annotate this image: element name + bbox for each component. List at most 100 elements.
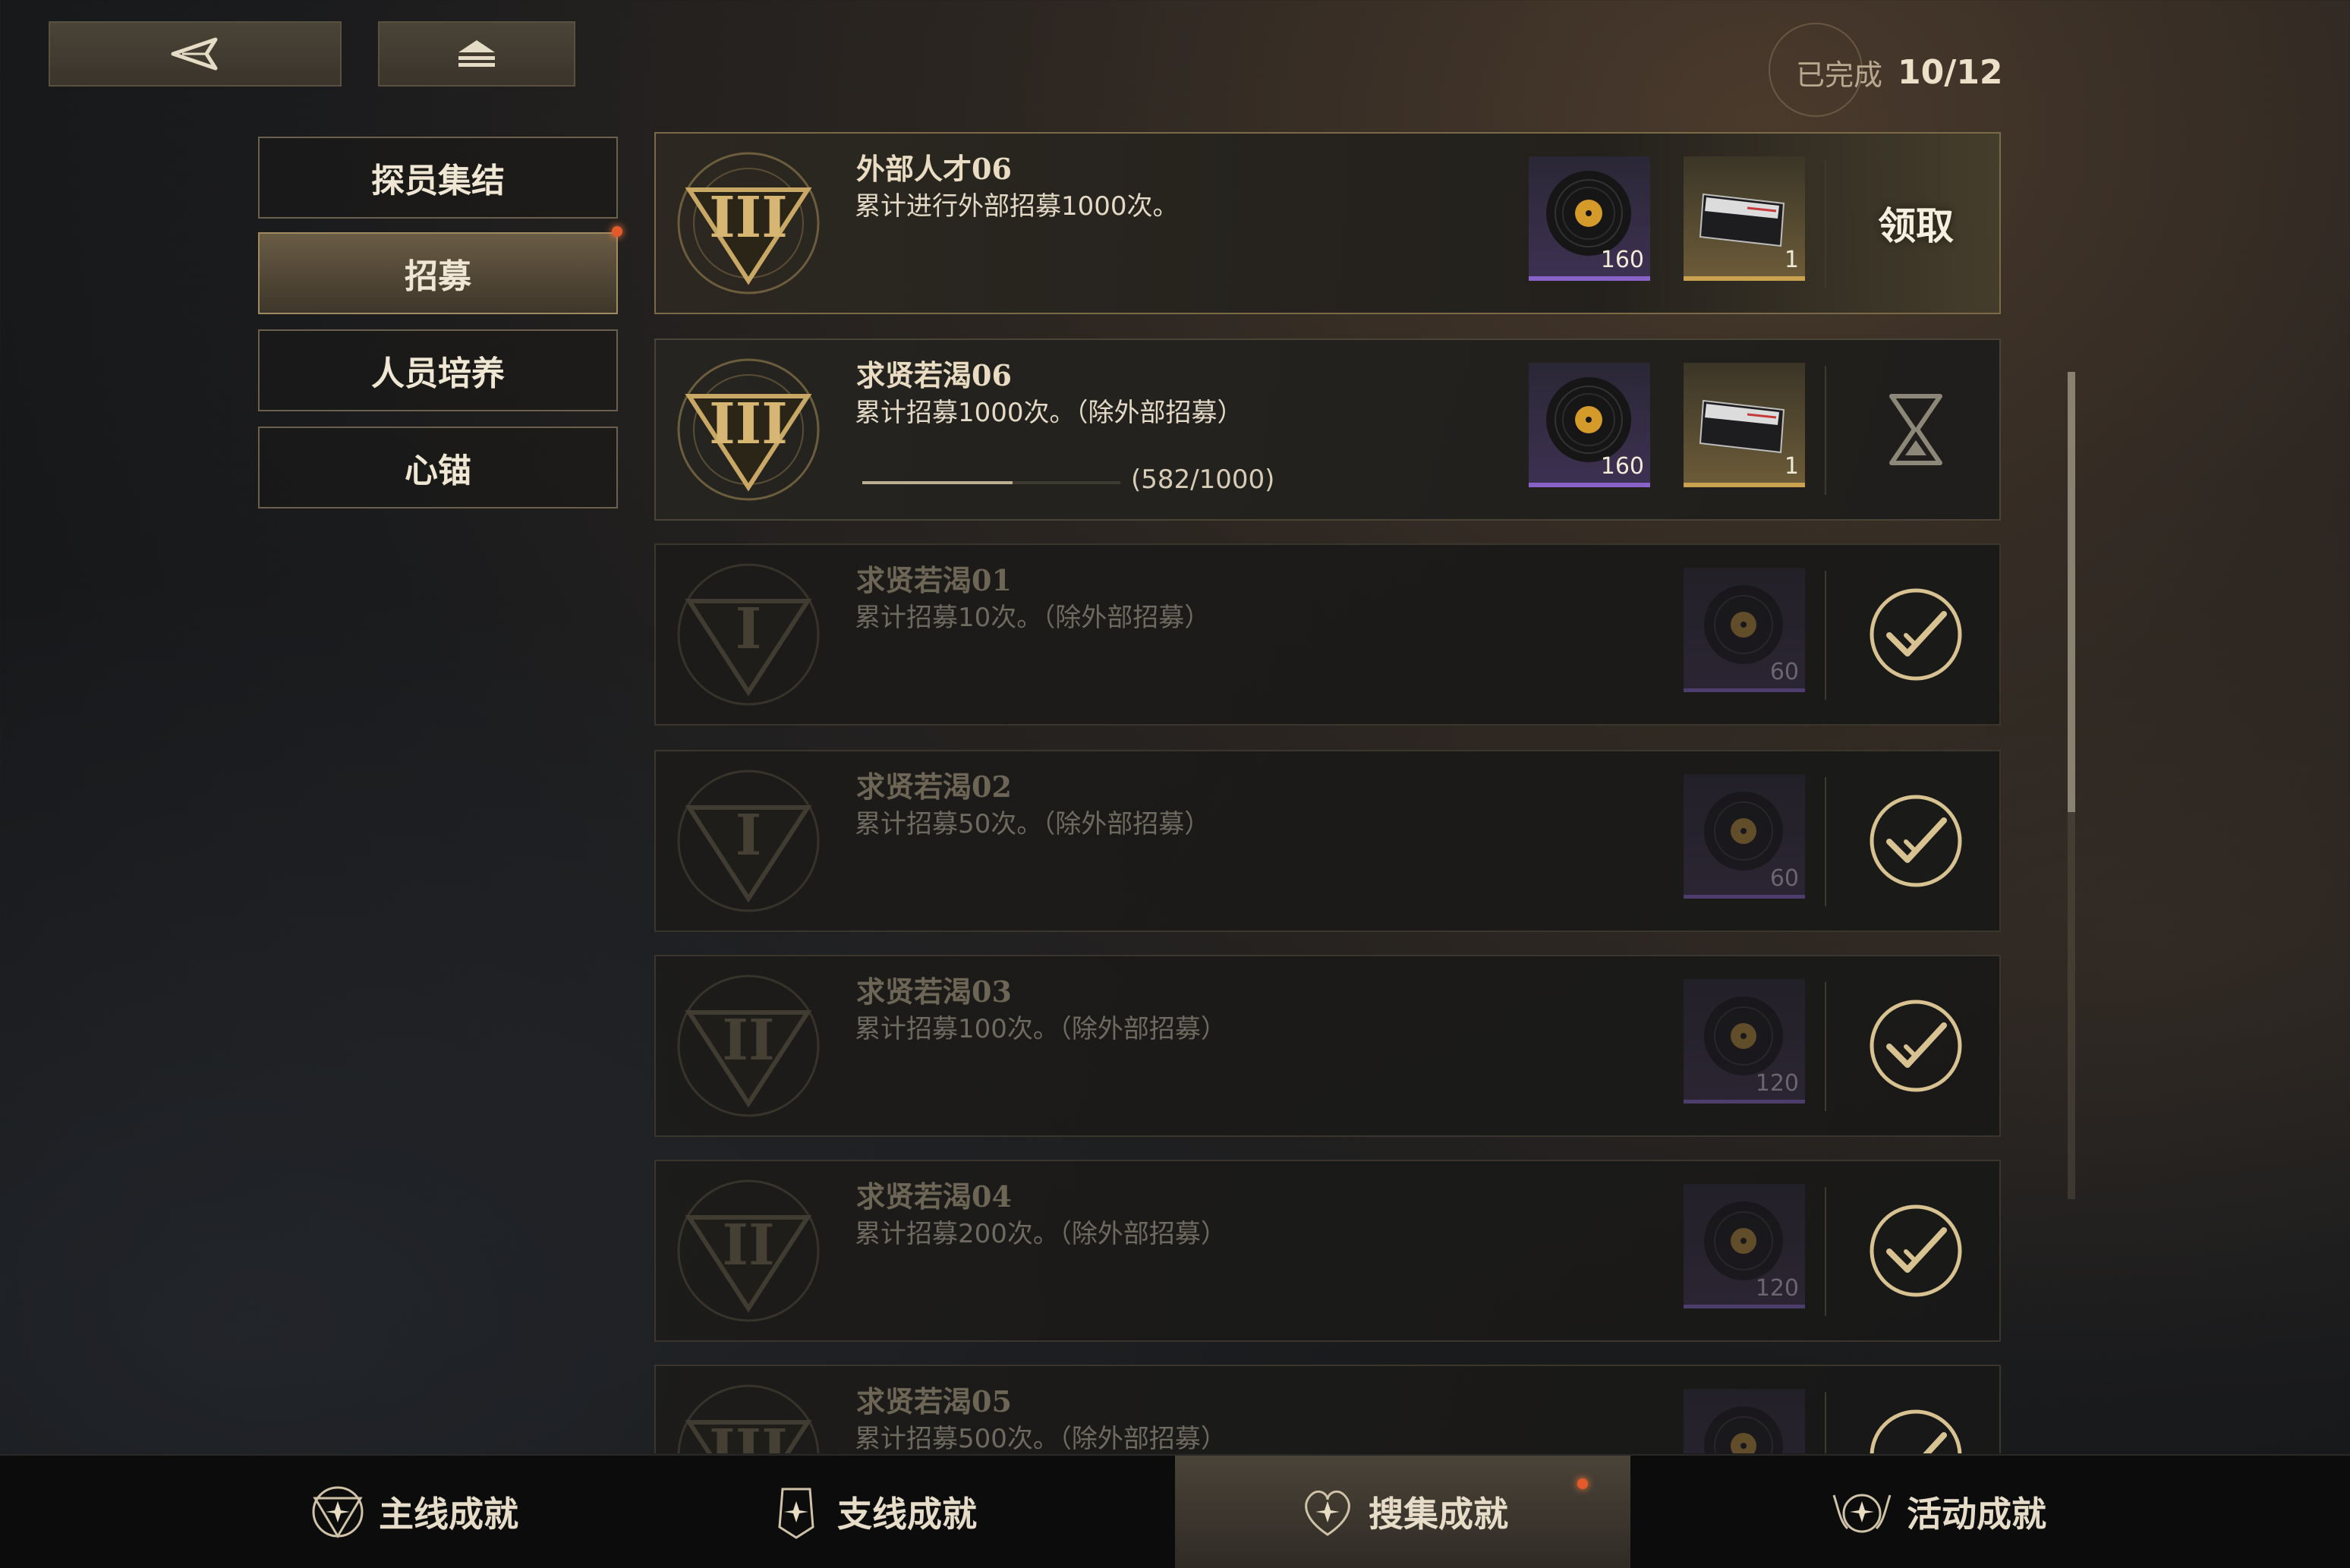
completed-value: 10/12 bbox=[1898, 52, 2003, 92]
back-arrow-icon bbox=[171, 37, 218, 71]
submenu-recruit[interactable]: 招募 bbox=[258, 232, 618, 314]
achievement-title: 求贤若渴03 bbox=[856, 974, 1012, 1009]
progress-fill bbox=[862, 481, 1013, 484]
progress-bar bbox=[862, 481, 1120, 484]
tier-emblem-icon: I bbox=[677, 770, 820, 912]
status-completed bbox=[1832, 545, 1999, 724]
checkmark-icon bbox=[1870, 588, 1962, 681]
hourglass-icon bbox=[1889, 394, 1942, 465]
winged-star-icon bbox=[1832, 1494, 1892, 1533]
tab-collection-achievements[interactable]: 搜集成就 bbox=[1175, 1456, 1630, 1568]
checkmark-icon bbox=[1870, 795, 1962, 887]
ticket-card-icon bbox=[1699, 399, 1785, 454]
submenu-personnel-training[interactable]: 人员培养 bbox=[258, 329, 618, 411]
achievement-title: 求贤若渴04 bbox=[856, 1179, 1012, 1214]
achievement-desc: 累计招募50次。（除外部招募） bbox=[855, 809, 1211, 839]
claim-button[interactable]: 领取 bbox=[1832, 134, 1999, 313]
status-completed bbox=[1832, 1366, 1999, 1453]
submenu-label: 心锚 bbox=[405, 452, 471, 490]
tab-side-achievements[interactable]: 支线成就 bbox=[644, 1456, 1099, 1568]
svg-text:II: II bbox=[722, 1008, 774, 1073]
status-completed bbox=[1832, 751, 1999, 930]
reward-item[interactable]: 120 bbox=[1684, 1184, 1805, 1308]
svg-text:I: I bbox=[736, 597, 762, 662]
bottom-tab-bar: 主线成就 支线成就 搜集成就 活动成就 bbox=[0, 1454, 2350, 1568]
achievement-card: III 求贤若渴05 累计招募500次。（除外部招募） bbox=[654, 1365, 2001, 1453]
reward-item[interactable]: 60 bbox=[1684, 774, 1805, 899]
checkmark-icon bbox=[1870, 1409, 1962, 1453]
checkmark-icon bbox=[1870, 1000, 1962, 1092]
tab-main-achievements[interactable]: 主线成就 bbox=[185, 1456, 641, 1568]
notification-dot bbox=[612, 226, 622, 237]
achievement-title: 求贤若渴01 bbox=[856, 563, 1012, 597]
progress-text: (582/1000) bbox=[1131, 464, 1275, 495]
shield-star-icon bbox=[778, 1488, 814, 1539]
reward-qty: 160 bbox=[1600, 247, 1644, 273]
achievement-desc: 累计招募200次。（除外部招募） bbox=[855, 1219, 1227, 1249]
reward-item[interactable]: 1 bbox=[1684, 363, 1805, 487]
tier-emblem-icon: II bbox=[677, 1179, 820, 1322]
reward-qty: 160 bbox=[1600, 453, 1644, 480]
ticket-card-icon bbox=[1699, 193, 1785, 247]
achievement-card: II 求贤若渴03 累计招募100次。（除外部招募） 120 bbox=[654, 955, 2001, 1137]
status-pending bbox=[1832, 340, 1999, 519]
home-icon bbox=[458, 40, 495, 67]
achievement-title: 求贤若渴05 bbox=[856, 1384, 1012, 1418]
tab-label: 支线成就 bbox=[837, 1494, 977, 1535]
svg-text:II: II bbox=[722, 1213, 774, 1278]
record-icon bbox=[1704, 1406, 1783, 1453]
separator bbox=[1825, 366, 1826, 495]
reward-item[interactable] bbox=[1684, 1389, 1805, 1453]
svg-text:I: I bbox=[736, 803, 762, 868]
reward-item[interactable]: 160 bbox=[1529, 363, 1650, 487]
reward-item[interactable]: 60 bbox=[1684, 568, 1805, 692]
achievement-title: 求贤若渴06 bbox=[856, 358, 1012, 392]
tier-emblem-icon: III bbox=[677, 358, 820, 501]
back-button[interactable] bbox=[49, 21, 342, 87]
reward-qty: 60 bbox=[1769, 659, 1799, 685]
reward-item[interactable]: 120 bbox=[1684, 979, 1805, 1104]
reward-qty: 120 bbox=[1755, 1070, 1799, 1097]
separator bbox=[1825, 777, 1826, 906]
achievement-card: III 求贤若渴06 累计招募1000次。（除外部招募） (582/1000) … bbox=[654, 338, 2001, 521]
reward-qty: 1 bbox=[1784, 247, 1799, 273]
achievement-card: III 外部人才06 累计进行外部招募1000次。 160 1 领取 bbox=[654, 132, 2001, 314]
achievement-desc: 累计招募1000次。（除外部招募） bbox=[855, 398, 1243, 428]
scrollbar-thumb[interactable] bbox=[2068, 372, 2075, 812]
completion-counter: 已完成 10/12 bbox=[1769, 23, 2003, 121]
home-button[interactable] bbox=[378, 21, 575, 87]
separator bbox=[1825, 159, 1826, 288]
achievement-card: II 求贤若渴04 累计招募200次。（除外部招募） 120 bbox=[654, 1160, 2001, 1342]
svg-text:III: III bbox=[709, 1418, 788, 1453]
separator bbox=[1825, 1187, 1826, 1316]
reward-qty: 1 bbox=[1784, 453, 1799, 480]
submenu-label: 招募 bbox=[405, 257, 471, 296]
tab-event-achievements[interactable]: 活动成就 bbox=[1709, 1456, 2165, 1568]
status-completed bbox=[1832, 956, 1999, 1135]
tier-emblem-icon: III bbox=[677, 1384, 820, 1453]
tab-label: 活动成就 bbox=[1907, 1494, 2046, 1535]
achievement-list[interactable]: III 外部人才06 累计进行外部招募1000次。 160 1 领取 III 求… bbox=[653, 129, 2004, 1453]
achievement-desc: 累计招募10次。（除外部招募） bbox=[855, 603, 1211, 633]
tier-emblem-icon: III bbox=[677, 152, 820, 294]
submenu-label: 探员集结 bbox=[371, 162, 505, 200]
heart-star-icon bbox=[1305, 1490, 1350, 1536]
separator bbox=[1825, 982, 1826, 1111]
reward-item[interactable]: 1 bbox=[1684, 156, 1805, 281]
achievement-desc: 累计进行外部招募1000次。 bbox=[855, 191, 1179, 222]
svg-text:III: III bbox=[709, 185, 788, 250]
separator bbox=[1825, 571, 1826, 700]
notification-dot bbox=[1577, 1478, 1588, 1489]
checkmark-icon bbox=[1870, 1204, 1962, 1297]
tab-label: 搜集成就 bbox=[1369, 1494, 1508, 1535]
submenu-heart-anchor[interactable]: 心锚 bbox=[258, 427, 618, 508]
achievement-desc: 累计招募100次。（除外部招募） bbox=[855, 1014, 1227, 1044]
completed-label: 已完成 bbox=[1796, 58, 1883, 92]
compass-star-icon bbox=[312, 1486, 364, 1538]
reward-qty: 60 bbox=[1769, 865, 1799, 892]
claim-label: 领取 bbox=[1878, 203, 1954, 248]
submenu-label: 人员培养 bbox=[371, 354, 505, 393]
achievement-card: I 求贤若渴01 累计招募10次。（除外部招募） 60 bbox=[654, 543, 2001, 726]
reward-item[interactable]: 160 bbox=[1529, 156, 1650, 281]
submenu-agent-assembly[interactable]: 探员集结 bbox=[258, 137, 618, 219]
